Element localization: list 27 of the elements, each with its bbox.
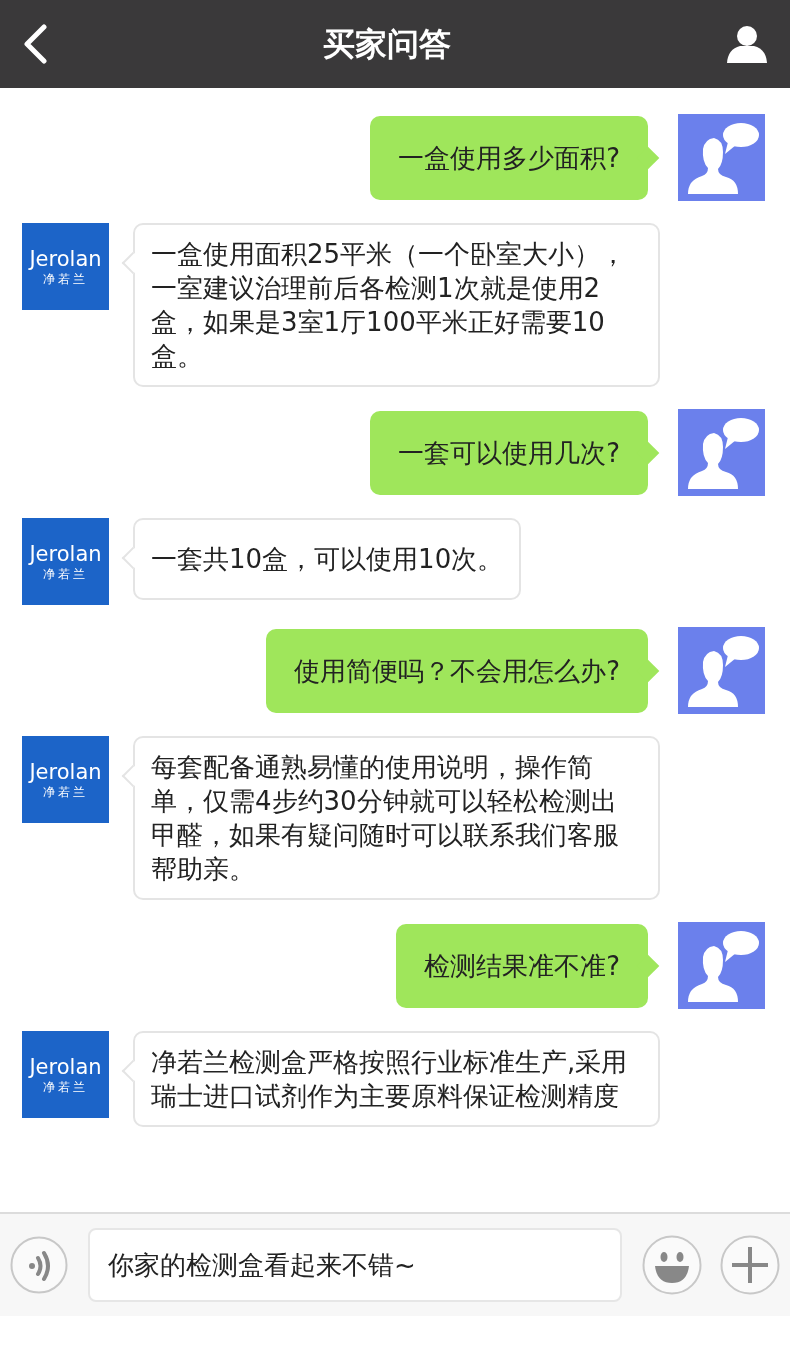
user-avatar-icon [678, 114, 765, 201]
logo-subtext: 净若兰 [43, 270, 88, 287]
question-bubble: 一盒使用多少面积? [370, 115, 648, 200]
logo-subtext: 净若兰 [43, 783, 88, 800]
logo-subtext: 净若兰 [43, 565, 88, 582]
user-avatar-icon [678, 409, 765, 496]
logo-subtext: 净若兰 [43, 1078, 88, 1095]
voice-icon[interactable] [10, 1236, 68, 1294]
answer-bubble: 一盒使用面积25平米（一个卧室大小），一室建议治理前后各检测1次就是使用2盒，如果是3室1厅100平米正好需要10盒。 [133, 223, 660, 387]
person-icon[interactable] [726, 24, 768, 64]
answer-bubble: 一套共10盒，可以使用10次。 [133, 518, 522, 600]
question-bubble: 使用简便吗？不会用怎么办? [266, 628, 648, 713]
logo-text: Jerolan [29, 759, 102, 784]
answer-bubble: 净若兰检测盒严格按照行业标准生产,采用瑞士进口试剂作为主要原料保证检测精度 [133, 1031, 660, 1127]
back-icon[interactable] [22, 24, 48, 64]
page-title: 买家问答 [323, 24, 451, 65]
logo-text: Jerolan [29, 541, 102, 566]
user-avatar-icon [678, 922, 765, 1009]
logo-text: Jerolan [29, 246, 102, 271]
question-bubble: 检测结果准不准? [396, 923, 648, 1008]
answer-bubble: 每套配备通熟易懂的使用说明，操作简单，仅需4步约30分钟就可以轻松检测出甲醛，如果有疑问随时可以联系我们客服帮助亲。 [133, 736, 660, 900]
logo-text: Jerolan [29, 1054, 102, 1079]
question-bubble: 一套可以使用几次? [370, 410, 648, 495]
plus-icon[interactable] [720, 1235, 780, 1295]
smiley-icon[interactable] [642, 1235, 702, 1295]
message-input[interactable]: 你家的检测盒看起来不错~ [88, 1228, 622, 1302]
user-avatar-icon [678, 627, 765, 714]
